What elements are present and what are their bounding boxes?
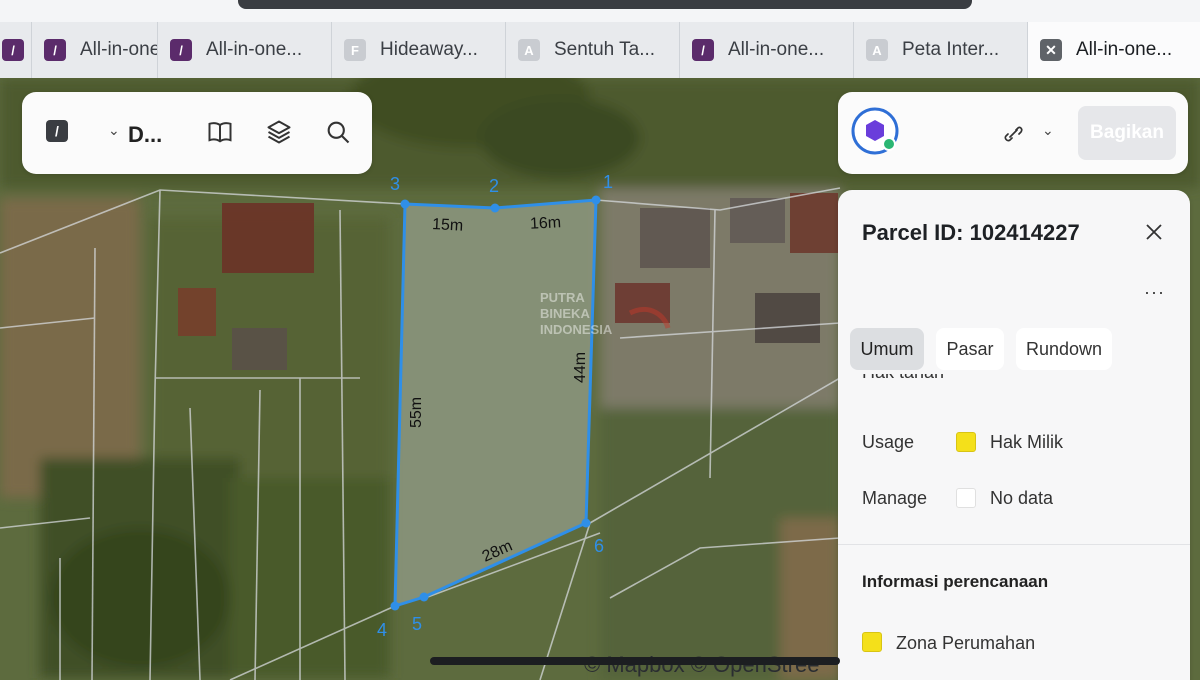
edge-label-16m: 16m: [530, 214, 562, 233]
tab-0[interactable]: /: [0, 22, 32, 78]
edge-label-44m: 44m: [572, 352, 589, 383]
vertex-6[interactable]: [581, 518, 591, 528]
edge-label-15m: 15m: [432, 216, 464, 235]
vertex-label-5: 5: [412, 614, 422, 634]
edge-label-55m: 55m: [408, 397, 425, 428]
a-letter-icon: A: [866, 39, 888, 61]
map-toolbar-right: ⌄ Bagikan: [838, 92, 1188, 174]
vertex-label-2: 2: [489, 176, 499, 196]
vertex-1[interactable]: [591, 195, 601, 205]
tab-3[interactable]: F Hideaway...: [332, 22, 506, 78]
tab-label: All-in-one...: [206, 39, 303, 60]
vertex-label-6: 6: [594, 536, 604, 556]
a-letter-icon: A: [518, 39, 540, 61]
tab-label: Peta Inter...: [902, 39, 1000, 60]
home-indicator: [430, 657, 840, 665]
chevron-down-icon[interactable]: ⌄: [108, 122, 120, 139]
tab-rundown[interactable]: Rundown: [1016, 328, 1112, 370]
purple-logo-icon: /: [2, 39, 24, 61]
more-options-icon[interactable]: ···: [1144, 282, 1165, 303]
tab-2[interactable]: / All-in-one...: [158, 22, 332, 78]
tab-1[interactable]: / All-in-one: [32, 22, 158, 78]
planning-section-title: Informasi perencanaan: [862, 572, 1049, 591]
manage-label: Manage: [862, 488, 928, 508]
watermark-line-3: INDONESIA: [540, 322, 613, 337]
vertex-4[interactable]: [390, 601, 400, 611]
vertex-5[interactable]: [419, 592, 429, 602]
tab-7-active[interactable]: ✕ All-in-one...: [1028, 22, 1200, 78]
vertex-label-3: 3: [390, 174, 400, 194]
parcel-title: Parcel ID: 102414227: [862, 220, 1080, 245]
vertex-2[interactable]: [490, 203, 500, 213]
layers-icon[interactable]: [265, 118, 293, 146]
purple-logo-icon: /: [692, 39, 714, 61]
notch-bar: [238, 0, 972, 9]
tab-label: Sentuh Ta...: [554, 39, 656, 60]
watermark-line-2: BINEKA: [540, 306, 590, 321]
vertex-3[interactable]: [400, 199, 410, 209]
tab-umum[interactable]: Umum: [850, 328, 924, 370]
usage-label: Usage: [862, 432, 915, 452]
avatar[interactable]: [850, 106, 900, 156]
search-icon[interactable]: [324, 118, 352, 146]
zone-swatch: [862, 632, 882, 652]
book-icon[interactable]: [206, 118, 234, 146]
tab-label: All-in-one...: [728, 39, 825, 60]
vertex-label-4: 4: [377, 620, 387, 640]
tab-label: All-in-one: [80, 39, 158, 60]
link-icon[interactable]: [1002, 122, 1026, 146]
share-button[interactable]: Bagikan: [1078, 106, 1176, 160]
purple-logo-icon: /: [170, 39, 192, 61]
usage-swatch: [956, 432, 976, 452]
window-top-bar: [0, 0, 1200, 22]
watermark-line-1: PUTRA: [540, 290, 585, 305]
close-icon[interactable]: ✕: [1040, 39, 1062, 61]
divider: [838, 544, 1190, 545]
document-title[interactable]: D...: [128, 122, 162, 148]
close-icon[interactable]: [1142, 220, 1166, 244]
vertex-label-1: 1: [603, 172, 613, 192]
section-heading-clipped: Hak tanah: [862, 374, 944, 386]
purple-logo-icon: /: [44, 39, 66, 61]
f-letter-icon: F: [344, 39, 366, 61]
attribution-text: © Mapbox © OpenStree: [584, 652, 819, 678]
tab-5[interactable]: / All-in-one...: [680, 22, 854, 78]
usage-value: Hak Milik: [990, 432, 1064, 452]
tab-4[interactable]: A Sentuh Ta...: [506, 22, 680, 78]
tab-6[interactable]: A Peta Inter...: [854, 22, 1028, 78]
app-logo-icon[interactable]: /: [46, 120, 68, 142]
tab-pasar[interactable]: Pasar: [936, 328, 1004, 370]
map-toolbar-left: / ⌄ D...: [22, 92, 372, 174]
manage-value: No data: [990, 488, 1054, 508]
parcel-panel: Parcel ID: 102414227 ··· Umum Pasar Rund…: [838, 190, 1190, 680]
zone-value: Zona Perumahan: [896, 633, 1036, 653]
chevron-down-icon[interactable]: ⌄: [1042, 122, 1054, 139]
manage-swatch: [956, 488, 976, 508]
browser-tab-bar: / / All-in-one / All-in-one... F Hideawa…: [0, 22, 1200, 78]
tab-label: All-in-one...: [1076, 39, 1173, 60]
tab-label: Hideaway...: [380, 39, 478, 60]
